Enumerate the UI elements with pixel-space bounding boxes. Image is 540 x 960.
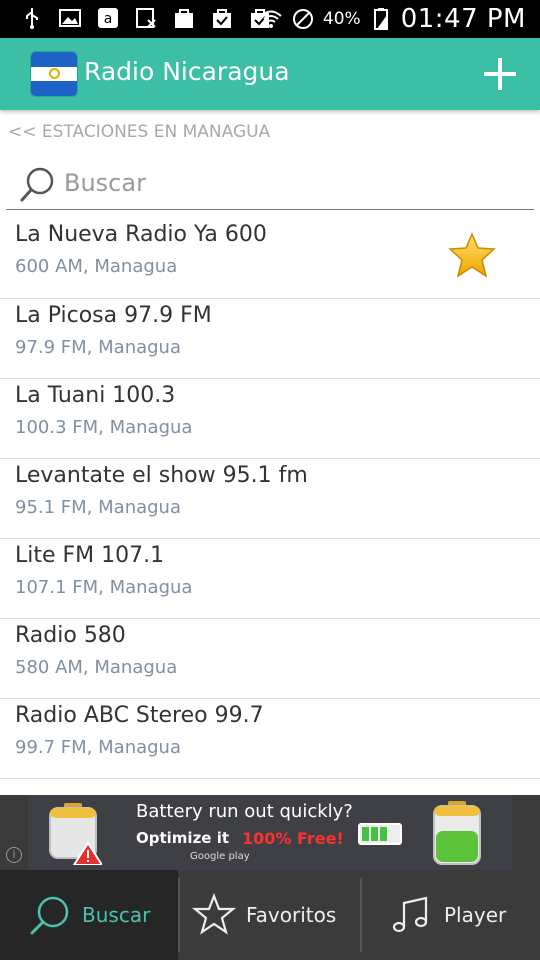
google-play-label: Google play xyxy=(190,851,250,862)
search-bar xyxy=(6,158,534,210)
station-name: La Tuani 100.3 xyxy=(15,383,176,408)
ad-headline: Battery run out quickly? xyxy=(136,801,353,822)
ad-content[interactable]: Battery run out quickly? Optimize it 100… xyxy=(28,795,512,870)
clock: 01:47 PM xyxy=(400,4,526,34)
wifi-icon xyxy=(260,10,282,28)
station-details: 580 AM, Managua xyxy=(15,657,178,678)
ad-subline: Optimize it xyxy=(136,829,230,847)
tab-favoritos-label: Favoritos xyxy=(246,903,337,927)
usb-icon xyxy=(26,8,38,29)
star-icon xyxy=(192,893,236,935)
music-note-icon xyxy=(392,896,428,933)
amazon-icon: a xyxy=(98,8,118,28)
full-battery-icon xyxy=(433,801,481,865)
station-details: 100.3 FM, Managua xyxy=(15,417,193,438)
battery-icon xyxy=(373,8,388,30)
ad-free-badge: 100% Free! xyxy=(242,829,344,848)
search-input[interactable] xyxy=(64,166,514,200)
favorite-star-icon[interactable] xyxy=(448,232,496,278)
tab-buscar-label: Buscar xyxy=(82,903,151,927)
ad-banner[interactable]: i Battery run out quickly? Optimize it 1… xyxy=(0,795,540,870)
no-signal-icon xyxy=(292,9,313,29)
app-title: Radio Nicaragua xyxy=(84,57,290,86)
search-icon xyxy=(30,896,69,935)
station-details: 107.1 FM, Managua xyxy=(15,577,193,598)
nicaragua-flag-icon xyxy=(30,51,78,97)
search-icon[interactable] xyxy=(18,164,58,204)
image-icon xyxy=(59,9,81,27)
station-name: La Picosa 97.9 FM xyxy=(15,303,212,328)
station-list: La Nueva Radio Ya 600 600 AM, Managua La… xyxy=(0,218,540,779)
tab-player-label: Player xyxy=(444,903,507,927)
station-row[interactable]: Radio 580 580 AM, Managua xyxy=(0,619,540,699)
tab-buscar[interactable]: Buscar xyxy=(0,870,178,960)
station-row[interactable]: La Nueva Radio Ya 600 600 AM, Managua xyxy=(0,218,540,299)
tab-favoritos[interactable]: Favoritos xyxy=(180,870,360,960)
station-name: Lite FM 107.1 xyxy=(15,543,165,568)
app-bar: Radio Nicaragua xyxy=(0,38,540,110)
station-row[interactable]: Radio ABC Stereo 99.7 99.7 FM, Managua xyxy=(0,699,540,779)
station-details: 600 AM, Managua xyxy=(15,256,178,277)
station-details: 95.1 FM, Managua xyxy=(15,497,181,518)
station-row[interactable]: La Tuani 100.3 100.3 FM, Managua xyxy=(0,379,540,459)
store-bag-icon xyxy=(175,9,193,28)
battery-percent: 40% xyxy=(322,9,361,29)
ad-info-icon[interactable]: i xyxy=(6,847,22,863)
station-details: 97.9 FM, Managua xyxy=(15,337,181,358)
station-row[interactable]: La Picosa 97.9 FM 97.9 FM, Managua xyxy=(0,299,540,379)
notification-icons: a xyxy=(20,6,272,30)
system-status: 40% 01:47 PM xyxy=(259,4,526,34)
app-icon xyxy=(136,8,156,28)
station-name: Levantate el show 95.1 fm xyxy=(15,463,308,488)
tab-player[interactable]: Player xyxy=(362,870,540,960)
station-name: Radio 580 xyxy=(15,623,126,648)
station-row[interactable]: Lite FM 107.1 107.1 FM, Managua xyxy=(0,539,540,619)
bottom-navigation: Buscar Favoritos Player xyxy=(0,870,540,960)
mini-battery-icon xyxy=(358,823,402,845)
station-name: Radio ABC Stereo 99.7 xyxy=(15,703,264,728)
station-details: 99.7 FM, Managua xyxy=(15,737,181,758)
svg-text:a: a xyxy=(104,11,113,27)
breadcrumb-back-link[interactable]: << ESTACIONES EN MANAGUA xyxy=(8,122,270,142)
store-check-icon xyxy=(213,9,231,28)
station-name: La Nueva Radio Ya 600 xyxy=(15,222,267,247)
empty-battery-icon xyxy=(49,803,102,865)
status-bar: a 40% 01:47 PM xyxy=(0,0,540,38)
add-button[interactable] xyxy=(484,58,516,90)
station-row[interactable]: Levantate el show 95.1 fm 95.1 FM, Manag… xyxy=(0,459,540,539)
